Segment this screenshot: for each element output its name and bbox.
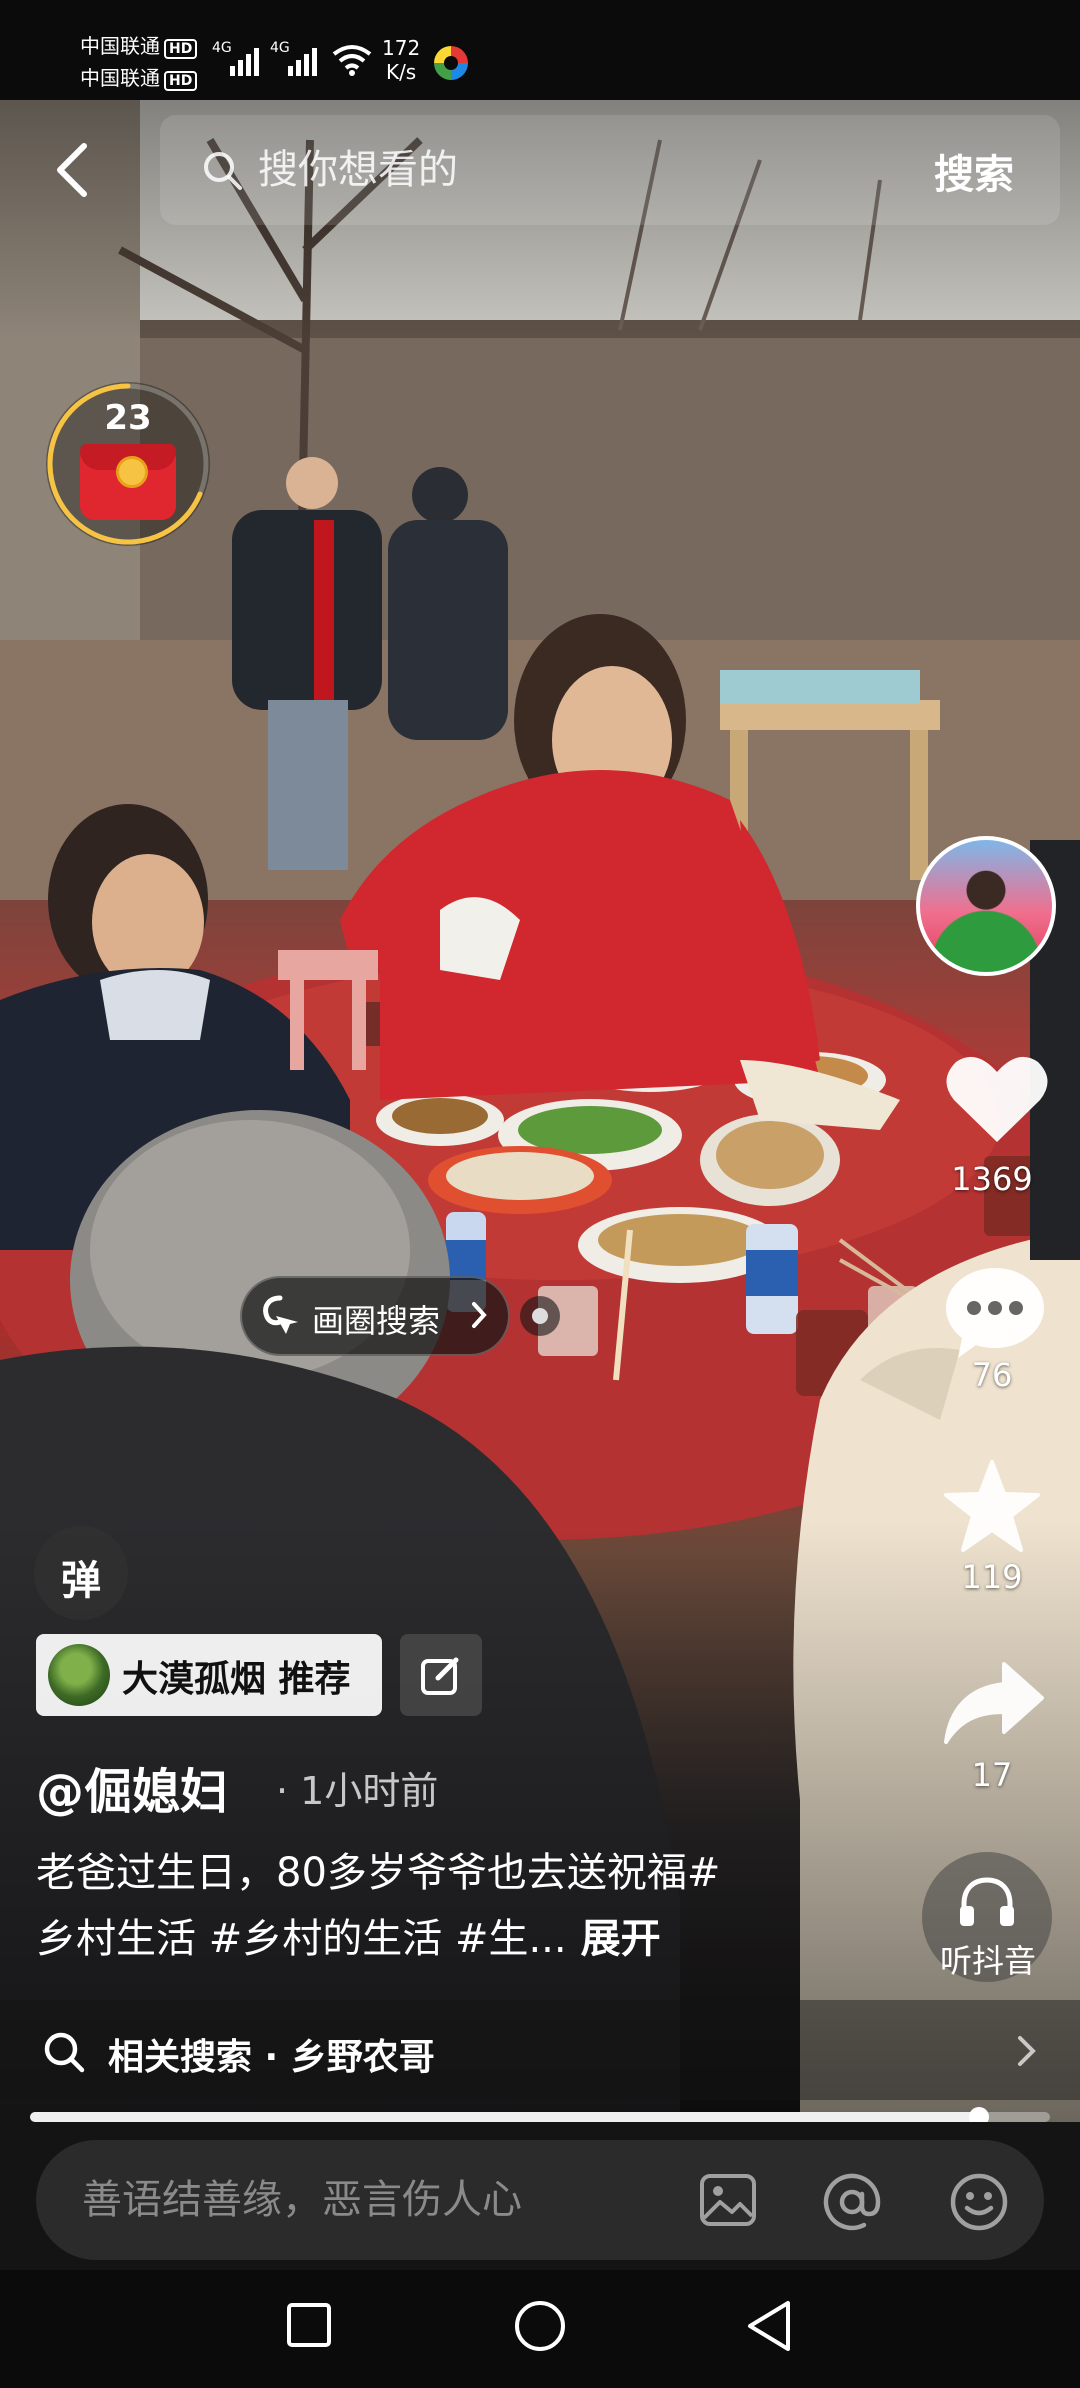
chevron-right-icon — [472, 1302, 487, 1328]
related-search-bar[interactable]: 相关搜索 · 乡野农哥 — [0, 2000, 1080, 2100]
comment-count: 76 — [971, 1356, 1013, 1394]
red-packet-count: 23 — [104, 398, 152, 438]
circle-search-icon — [263, 1295, 298, 1334]
circle-search-label: 画圈搜索 — [312, 1302, 441, 1340]
caption-line-1: 老爸过生日，80多岁爷爷也去送祝福# — [36, 1850, 721, 1896]
circle-search-button[interactable]: 画圈搜索 — [240, 1276, 510, 1356]
search-button[interactable]: 搜索 — [934, 142, 1014, 200]
favorite-count: 119 — [961, 1558, 1023, 1596]
circle-search-handle[interactable] — [520, 1296, 560, 1336]
carrier-2: 中国联通 HD — [80, 66, 198, 91]
star-icon[interactable] — [942, 1458, 1042, 1554]
danmu-label: 弹 — [61, 1558, 101, 1604]
like-count: 1369 — [951, 1160, 1033, 1198]
wifi-icon — [332, 45, 372, 76]
carrier-1: 中国联通 HD — [80, 34, 198, 59]
post-time: · 1小时前 — [276, 1769, 439, 1813]
app-notification-icon — [434, 46, 468, 80]
signal-icon — [228, 42, 268, 76]
headphones-icon — [960, 1877, 1014, 1926]
chevron-right-icon — [1018, 2036, 1036, 2066]
red-packet-icon — [80, 444, 176, 520]
recommend-topic-chip[interactable]: 大漠孤烟 推荐 — [36, 1634, 382, 1716]
search-input[interactable] — [258, 140, 758, 200]
at-icon[interactable] — [822, 2172, 882, 2232]
signal-icon — [286, 42, 326, 76]
topic-thumbnail — [48, 1644, 110, 1706]
listen-label: 听抖音 — [939, 1942, 1036, 1980]
triangle-back-icon[interactable] — [744, 2298, 794, 2354]
expand-button[interactable]: 展开 — [581, 1916, 661, 1962]
progress-fill — [30, 2112, 979, 2122]
edit-icon — [421, 1657, 459, 1695]
search-icon — [204, 152, 242, 190]
chevron-left-icon[interactable] — [52, 140, 92, 200]
status-bar: 中国联通 HD 中国联通 HD 4G 4G 172 K/s — [0, 0, 1080, 100]
comment-input[interactable] — [82, 2170, 662, 2230]
circle-icon[interactable] — [512, 2298, 568, 2354]
image-icon[interactable] — [698, 2172, 758, 2228]
speech-bubble-icon[interactable] — [940, 1262, 1050, 1362]
caption-text: 乡村生活 #乡村的生活 #生... — [36, 1916, 567, 1962]
related-search-label: 相关搜索 · 乡野农哥 — [108, 2037, 435, 2078]
edit-button[interactable] — [400, 1634, 482, 1716]
author-name[interactable]: @倔媳妇 — [36, 1752, 228, 1822]
share-arrow-icon[interactable] — [942, 1658, 1046, 1748]
red-packet-timer[interactable]: 23 — [46, 382, 210, 546]
author-avatar[interactable] — [916, 836, 1056, 976]
video-progress-bar[interactable] — [30, 2107, 1050, 2127]
heart-icon[interactable] — [942, 1050, 1052, 1150]
danmu-toggle-button[interactable]: 弹 — [34, 1526, 128, 1620]
caption-line-2: 乡村生活 #乡村的生活 #生... 展开 — [36, 1906, 661, 1964]
share-count: 17 — [971, 1756, 1013, 1794]
topic-label: 大漠孤烟 推荐 — [122, 1659, 351, 1700]
square-icon[interactable] — [284, 2298, 334, 2352]
network-speed: 172 K/s — [382, 36, 421, 84]
smiley-icon[interactable] — [948, 2172, 1010, 2232]
search-icon — [44, 2032, 85, 2073]
